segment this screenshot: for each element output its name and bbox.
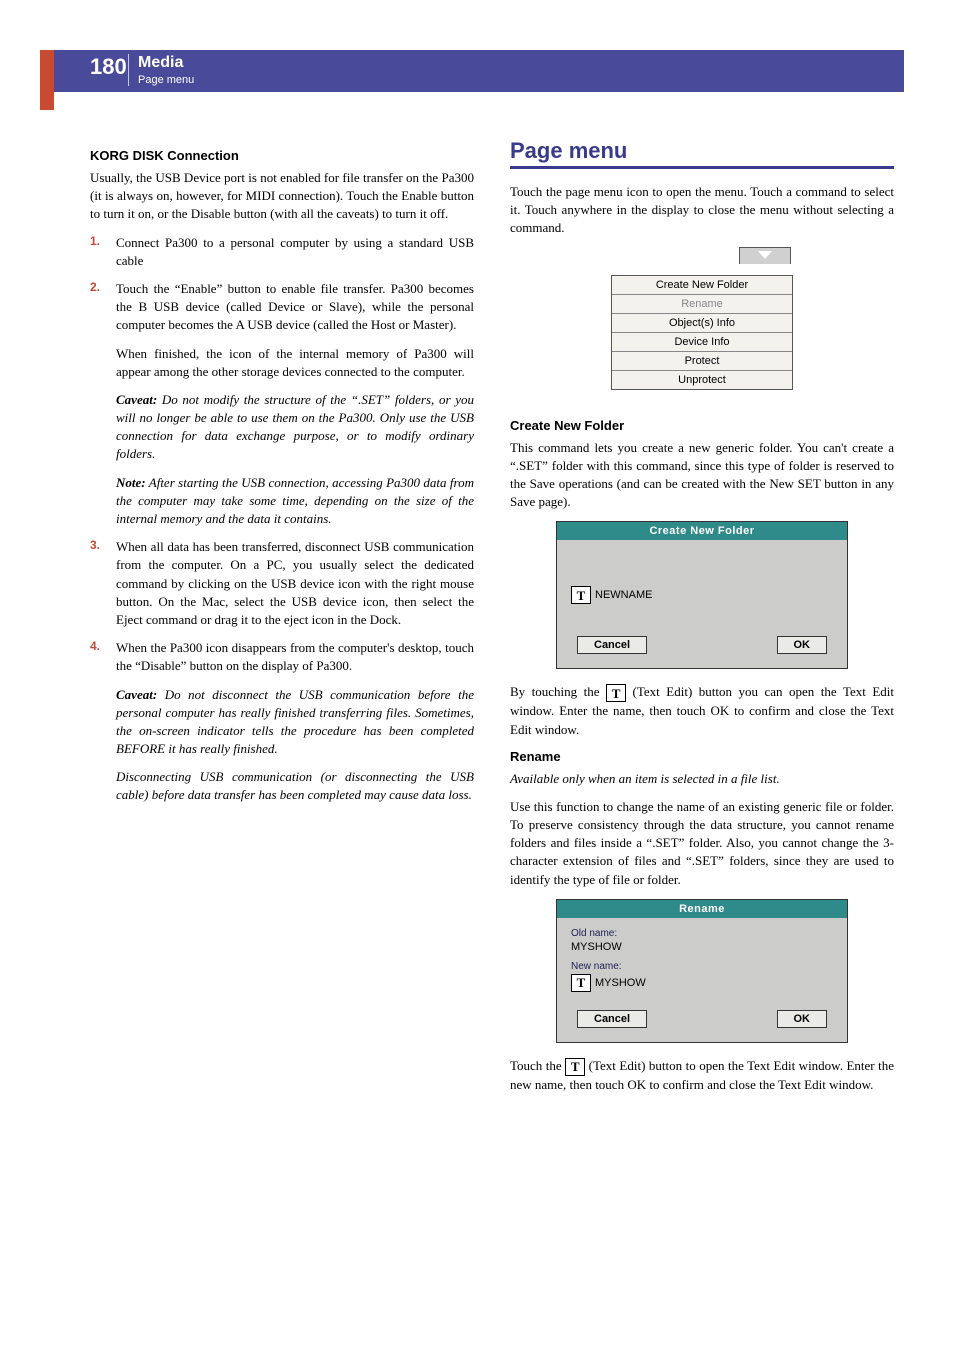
menu-item-device-info[interactable]: Device Info [612, 332, 792, 351]
para-section-intro: Touch the page menu icon to open the men… [510, 183, 894, 238]
page-header: 180 Media Page menu [0, 50, 954, 118]
menu-item-rename[interactable]: Rename [612, 294, 792, 313]
dialog-title: Create New Folder [557, 522, 847, 540]
new-name-field[interactable]: MYSHOW [595, 977, 646, 989]
heading-korg-disk: KORG DISK Connection [90, 148, 474, 163]
text-edit-icon: T [565, 1058, 585, 1076]
header-subtitle: Page menu [138, 74, 194, 86]
step-number: 2. [90, 280, 104, 335]
para-rename-avail: Available only when an item is selected … [510, 770, 894, 788]
new-name-label: New name: [571, 961, 833, 972]
right-column: Page menu Touch the page menu icon to op… [510, 138, 894, 1104]
step-number: 3. [90, 538, 104, 629]
caveat-1: Caveat: Do not modify the structure of t… [116, 391, 474, 464]
header-red-tab [40, 50, 54, 110]
caveat-text: Do not disconnect the USB communication … [116, 687, 474, 757]
para-textedit: By touching the T (Text Edit) button you… [510, 683, 894, 738]
heading-rename: Rename [510, 749, 894, 764]
ok-button[interactable]: OK [777, 1010, 828, 1028]
text-a: Touch the [510, 1058, 565, 1073]
para-cnf: This command lets you create a new gener… [510, 439, 894, 512]
para-disconnect: Disconnecting USB communication (or disc… [116, 768, 474, 804]
text-edit-icon: T [606, 684, 626, 702]
step-1: 1. Connect Pa300 to a personal computer … [90, 234, 474, 270]
menu-item-create-folder[interactable]: Create New Folder [612, 276, 792, 294]
note-label: Note: [116, 475, 146, 490]
step-3: 3. When all data has been transferred, d… [90, 538, 474, 629]
dialog-rename: Rename Old name: MYSHOW New name: T MYSH… [556, 899, 848, 1043]
menu-item-objects-info[interactable]: Object(s) Info [612, 313, 792, 332]
text-a: By touching the [510, 684, 606, 699]
caveat-2: Caveat: Do not disconnect the USB commun… [116, 686, 474, 759]
caveat-label: Caveat: [116, 687, 157, 702]
chevron-down-icon [758, 251, 772, 259]
note-text: After starting the USB connection, acces… [116, 475, 474, 526]
para-usb-intro: Usually, the USB Device port is not enab… [90, 169, 474, 224]
menu-handle[interactable] [739, 247, 791, 264]
new-folder-name-field[interactable]: NEWNAME [595, 589, 652, 601]
ok-button[interactable]: OK [777, 636, 828, 654]
step-2: 2. Touch the “Enable” button to enable f… [90, 280, 474, 335]
dialog-create-new-folder: Create New Folder T NEWNAME Cancel OK [556, 521, 848, 669]
step-text: When the Pa300 icon disappears from the … [116, 639, 474, 675]
para-step2-after: When finished, the icon of the internal … [116, 345, 474, 381]
cancel-button[interactable]: Cancel [577, 636, 647, 654]
menu-item-protect[interactable]: Protect [612, 351, 792, 370]
step-text: Connect Pa300 to a personal computer by … [116, 234, 474, 270]
heading-create-new-folder: Create New Folder [510, 418, 894, 433]
step-text: When all data has been transferred, disc… [116, 538, 474, 629]
caveat-label: Caveat: [116, 392, 157, 407]
text-edit-button[interactable]: T [571, 974, 591, 992]
text-edit-button[interactable]: T [571, 586, 591, 604]
para-rename-after: Touch the T (Text Edit) button to open t… [510, 1057, 894, 1094]
dialog-title: Rename [557, 900, 847, 918]
cancel-button[interactable]: Cancel [577, 1010, 647, 1028]
step-number: 4. [90, 639, 104, 675]
header-title: Media [138, 54, 183, 72]
note-1: Note: After starting the USB connection,… [116, 474, 474, 529]
para-rename-body: Use this function to change the name of … [510, 798, 894, 889]
section-title: Page menu [510, 138, 894, 164]
page-number: 180 [90, 54, 127, 80]
menu-item-unprotect[interactable]: Unprotect [612, 370, 792, 389]
caveat-text: Do not modify the structure of the “.SET… [116, 392, 474, 462]
step-number: 1. [90, 234, 104, 270]
old-name-value: MYSHOW [571, 941, 833, 953]
page-menu: Create New Folder Rename Object(s) Info … [611, 275, 793, 390]
left-column: KORG DISK Connection Usually, the USB De… [90, 138, 474, 1104]
section-rule [510, 166, 894, 169]
step-text: Touch the “Enable” button to enable file… [116, 280, 474, 335]
step-4: 4. When the Pa300 icon disappears from t… [90, 639, 474, 675]
header-divider [128, 54, 129, 86]
old-name-label: Old name: [571, 928, 833, 939]
